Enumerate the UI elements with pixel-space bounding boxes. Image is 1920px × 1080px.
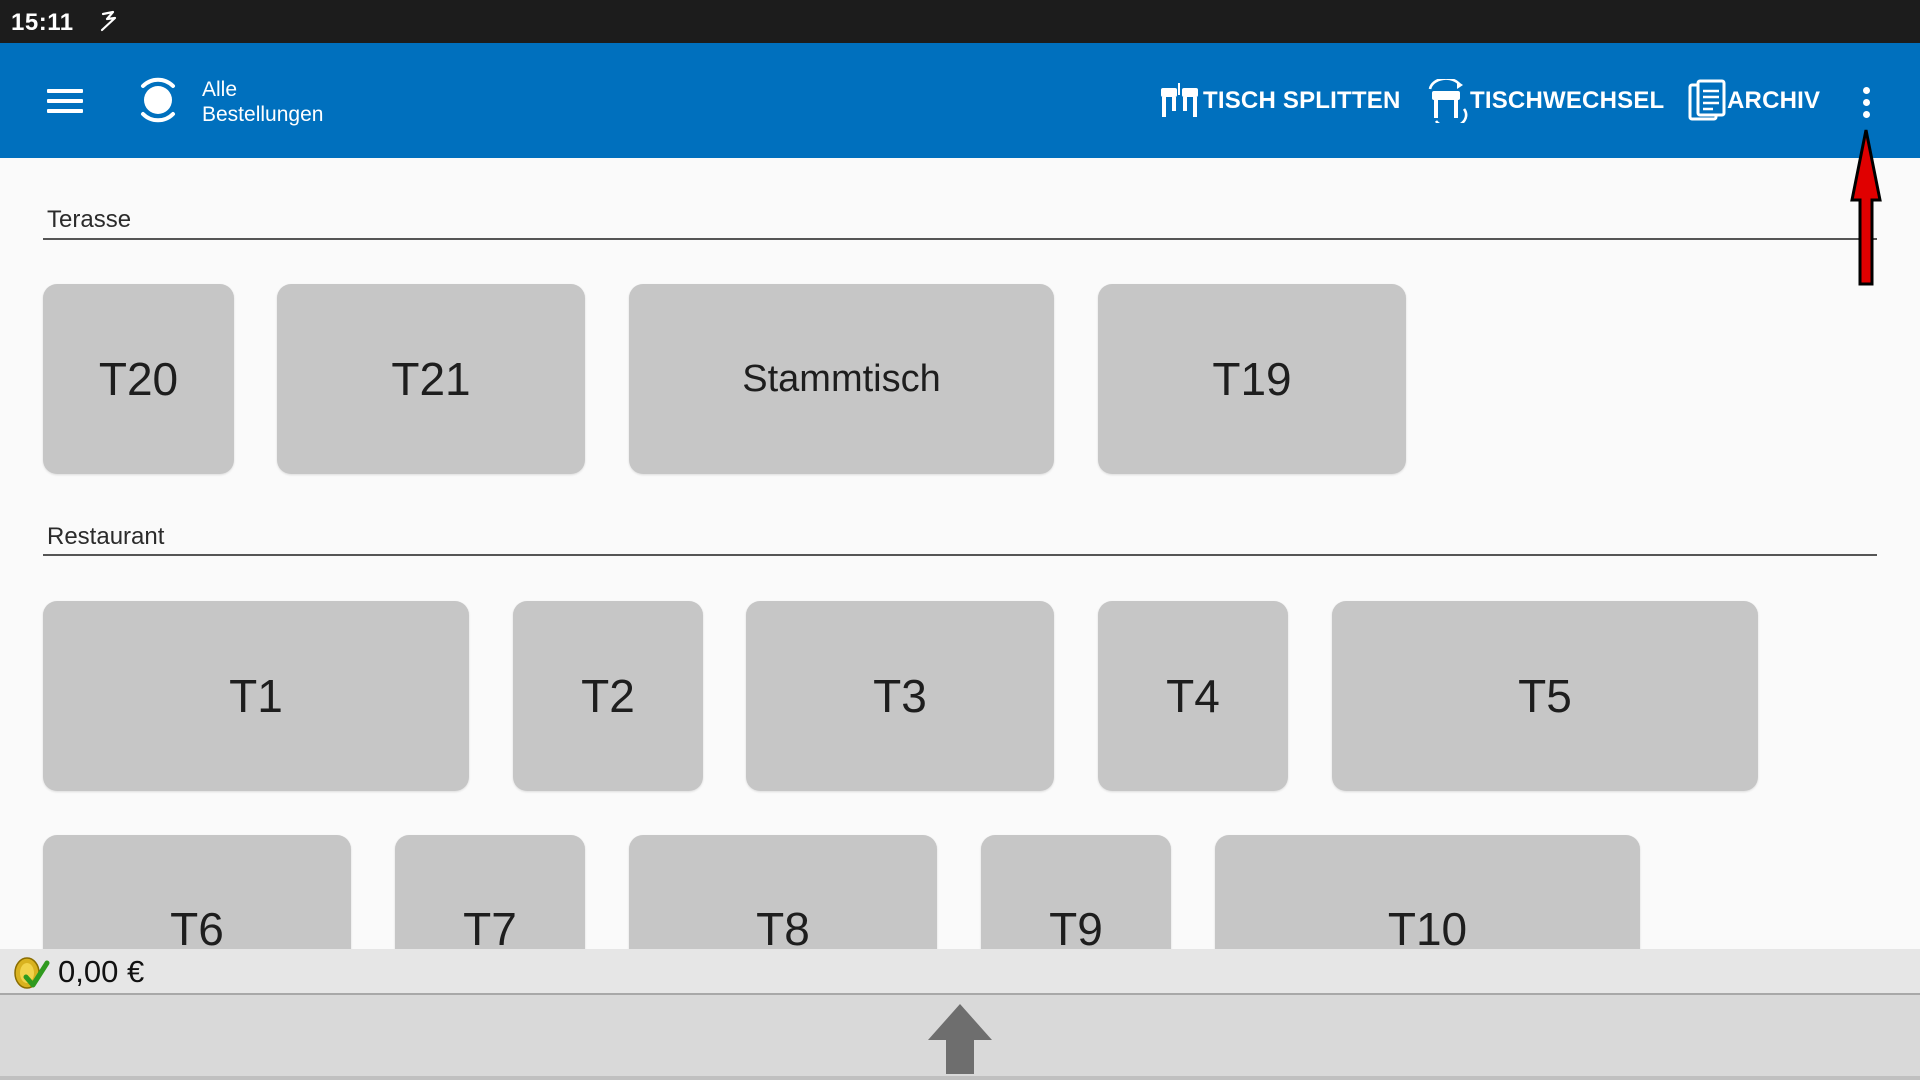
- table-button-t19[interactable]: T19: [1098, 284, 1406, 474]
- hamburger-menu-icon[interactable]: [40, 81, 90, 121]
- page-title-line2: Bestellungen: [202, 103, 324, 126]
- footer-divider: [0, 993, 1920, 995]
- more-vertical-icon[interactable]: [1852, 81, 1880, 125]
- table-button-t4[interactable]: T4: [1098, 601, 1288, 791]
- page-title-line1: Alle: [202, 78, 238, 101]
- table-button-t3[interactable]: T3: [746, 601, 1054, 791]
- app-bar: Alle Bestellungen TISCH SPLITTEN TISCHWE…: [0, 43, 1920, 158]
- footer-edge: [0, 1076, 1920, 1080]
- tischwechsel-button[interactable]: TISCHWECHSEL: [1424, 79, 1665, 123]
- bottom-bar: 0,00 €: [0, 949, 1920, 1080]
- annotation-arrow: [1850, 129, 1882, 286]
- coin-icon: [14, 957, 50, 989]
- tischwechsel-label: TISCHWECHSEL: [1470, 87, 1665, 114]
- archive-icon: [1688, 79, 1726, 121]
- table-button-t1[interactable]: T1: [43, 601, 469, 791]
- archiv-label: ARCHIV: [1727, 87, 1821, 114]
- section-label-restaurant: Restaurant: [47, 523, 165, 550]
- table-split-icon: [1161, 83, 1198, 117]
- page-title: Alle Bestellungen: [202, 77, 323, 127]
- archiv-button[interactable]: ARCHIV: [1687, 79, 1821, 121]
- arrow-up-icon[interactable]: [920, 1000, 1000, 1080]
- tisch-splitten-label: TISCH SPLITTEN: [1203, 87, 1401, 114]
- table-button-t21[interactable]: T21: [277, 284, 585, 474]
- status-time: 15:11: [11, 9, 74, 36]
- sync-icon: [100, 10, 117, 32]
- table-button-t20[interactable]: T20: [43, 284, 234, 474]
- table-button-stammtisch[interactable]: Stammtisch: [629, 284, 1054, 474]
- section-divider: [43, 238, 1877, 240]
- tisch-splitten-button[interactable]: TISCH SPLITTEN: [1157, 81, 1400, 121]
- total-strip: 0,00 €: [0, 949, 1920, 993]
- app-logo-icon: [141, 77, 175, 123]
- section-label-terasse: Terasse: [47, 206, 132, 233]
- section-divider: [43, 554, 1877, 556]
- status-bar: 15:11: [0, 0, 1920, 43]
- total-amount: 0,00 €: [58, 954, 145, 989]
- table-change-icon: [1428, 79, 1468, 123]
- table-button-t2[interactable]: T2: [513, 601, 703, 791]
- table-button-t5[interactable]: T5: [1332, 601, 1758, 791]
